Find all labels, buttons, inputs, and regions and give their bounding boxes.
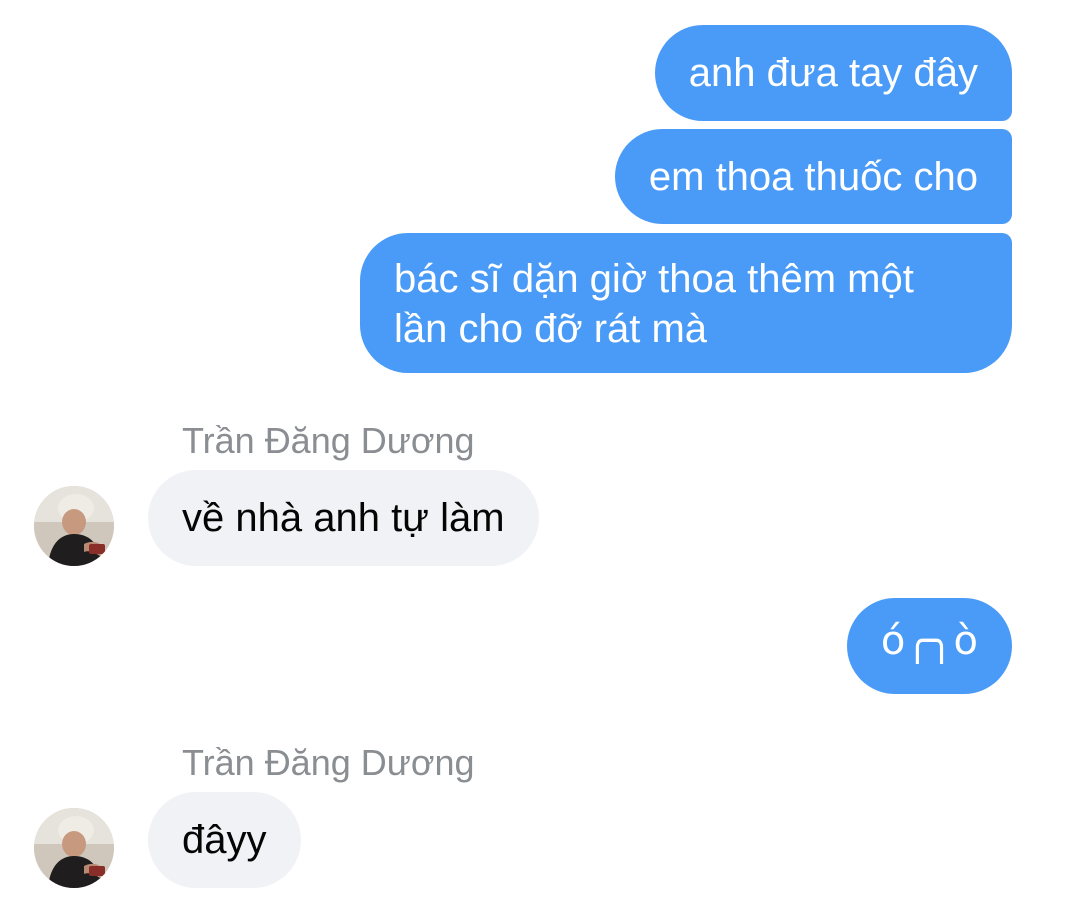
incoming-message-bubble[interactable]: về nhà anh tự làm: [148, 470, 539, 566]
outgoing-message-bubble[interactable]: em thoa thuốc cho: [614, 129, 1012, 224]
sender-name: Trần Đăng Dương: [182, 420, 475, 461]
outgoing-message-bubble[interactable]: ó╭╮ò: [846, 598, 1012, 694]
contact-avatar[interactable]: [34, 486, 114, 566]
avatar-photo-icon: [34, 486, 114, 566]
outgoing-message-bubble[interactable]: anh đưa tay đây: [654, 25, 1012, 121]
outgoing-message-bubble[interactable]: bác sĩ dặn giờ thoa thêm một lần cho đỡ …: [360, 233, 1012, 373]
incoming-message-bubble[interactable]: đâyy: [148, 792, 301, 888]
contact-avatar[interactable]: [34, 808, 114, 888]
avatar-photo-icon: [34, 808, 114, 888]
sender-name: Trần Đăng Dương: [182, 742, 475, 783]
